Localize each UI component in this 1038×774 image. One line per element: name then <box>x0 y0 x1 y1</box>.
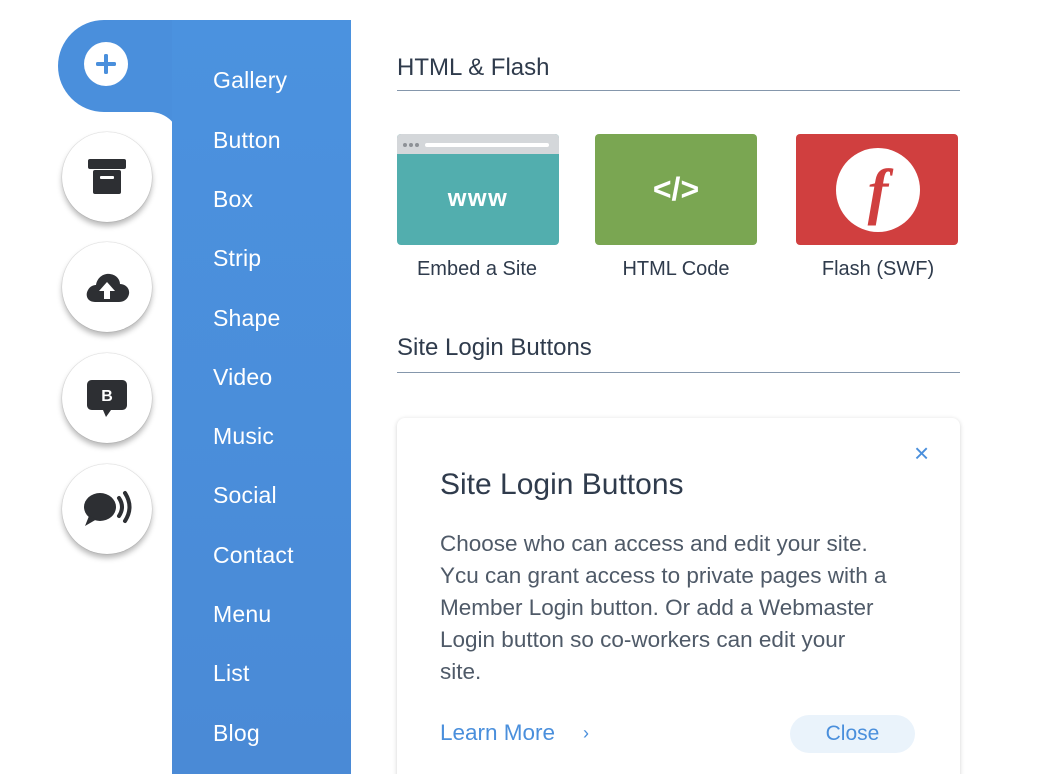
menu-item-button[interactable]: Button <box>213 127 281 154</box>
flash-icon: f <box>836 148 920 232</box>
menu-item-blog[interactable]: Blog <box>213 720 260 747</box>
site-login-info-card: × Site Login Buttons Choose who can acce… <box>397 418 960 774</box>
chat-sound-icon <box>84 491 132 526</box>
section-divider <box>397 90 960 91</box>
menu-item-gallery[interactable]: Gallery <box>213 67 287 94</box>
section-title-site-login: Site Login Buttons <box>397 334 592 361</box>
close-button[interactable]: Close <box>790 715 915 753</box>
blog-chat-icon: B <box>87 380 127 417</box>
html-code-label: HTML Code <box>622 258 730 280</box>
blog-button[interactable]: B <box>62 353 152 443</box>
menu-item-contact[interactable]: Contact <box>213 542 294 569</box>
chevron-right-icon: › <box>583 723 589 743</box>
learn-more-link[interactable]: Learn More <box>440 720 555 746</box>
embed-site-tile[interactable]: www <box>397 134 559 245</box>
browser-frame-icon: www <box>397 134 559 212</box>
card-title: Site Login Buttons <box>440 468 684 501</box>
section-divider <box>397 372 960 373</box>
chat-button[interactable] <box>62 464 152 554</box>
svg-text:B: B <box>101 388 113 405</box>
menu-item-box[interactable]: Box <box>213 186 253 213</box>
html-code-tile[interactable]: </> <box>595 134 757 245</box>
flash-swf-tile[interactable]: f <box>796 134 958 245</box>
store-icon <box>88 159 126 194</box>
menu-item-list[interactable]: List <box>213 660 250 687</box>
menu-item-video[interactable]: Video <box>213 364 272 391</box>
add-button[interactable] <box>84 42 128 86</box>
svg-text:</>: </> <box>653 171 699 207</box>
menu-item-menu[interactable]: Menu <box>213 601 271 628</box>
card-description: Choose who can access and edit your site… <box>440 531 887 684</box>
add-elements-menu: Gallery Button Box Strip Shape Video Mus… <box>172 20 351 774</box>
menu-item-music[interactable]: Music <box>213 423 274 450</box>
app-market-button[interactable] <box>62 132 152 222</box>
menu-item-strip[interactable]: Strip <box>213 245 261 272</box>
embed-site-label: Embed a Site <box>416 258 538 280</box>
close-icon[interactable]: × <box>914 438 929 469</box>
menu-item-social[interactable]: Social <box>213 482 277 509</box>
upload-button[interactable] <box>62 242 152 332</box>
code-icon: </> <box>653 171 699 207</box>
add-icon <box>96 54 116 74</box>
svg-text:www: www <box>447 185 509 212</box>
cloud-upload-icon <box>86 273 130 302</box>
flash-swf-label: Flash (SWF) <box>821 258 935 280</box>
menu-item-shape[interactable]: Shape <box>213 305 281 332</box>
section-title-html-flash: HTML & Flash <box>397 54 550 81</box>
